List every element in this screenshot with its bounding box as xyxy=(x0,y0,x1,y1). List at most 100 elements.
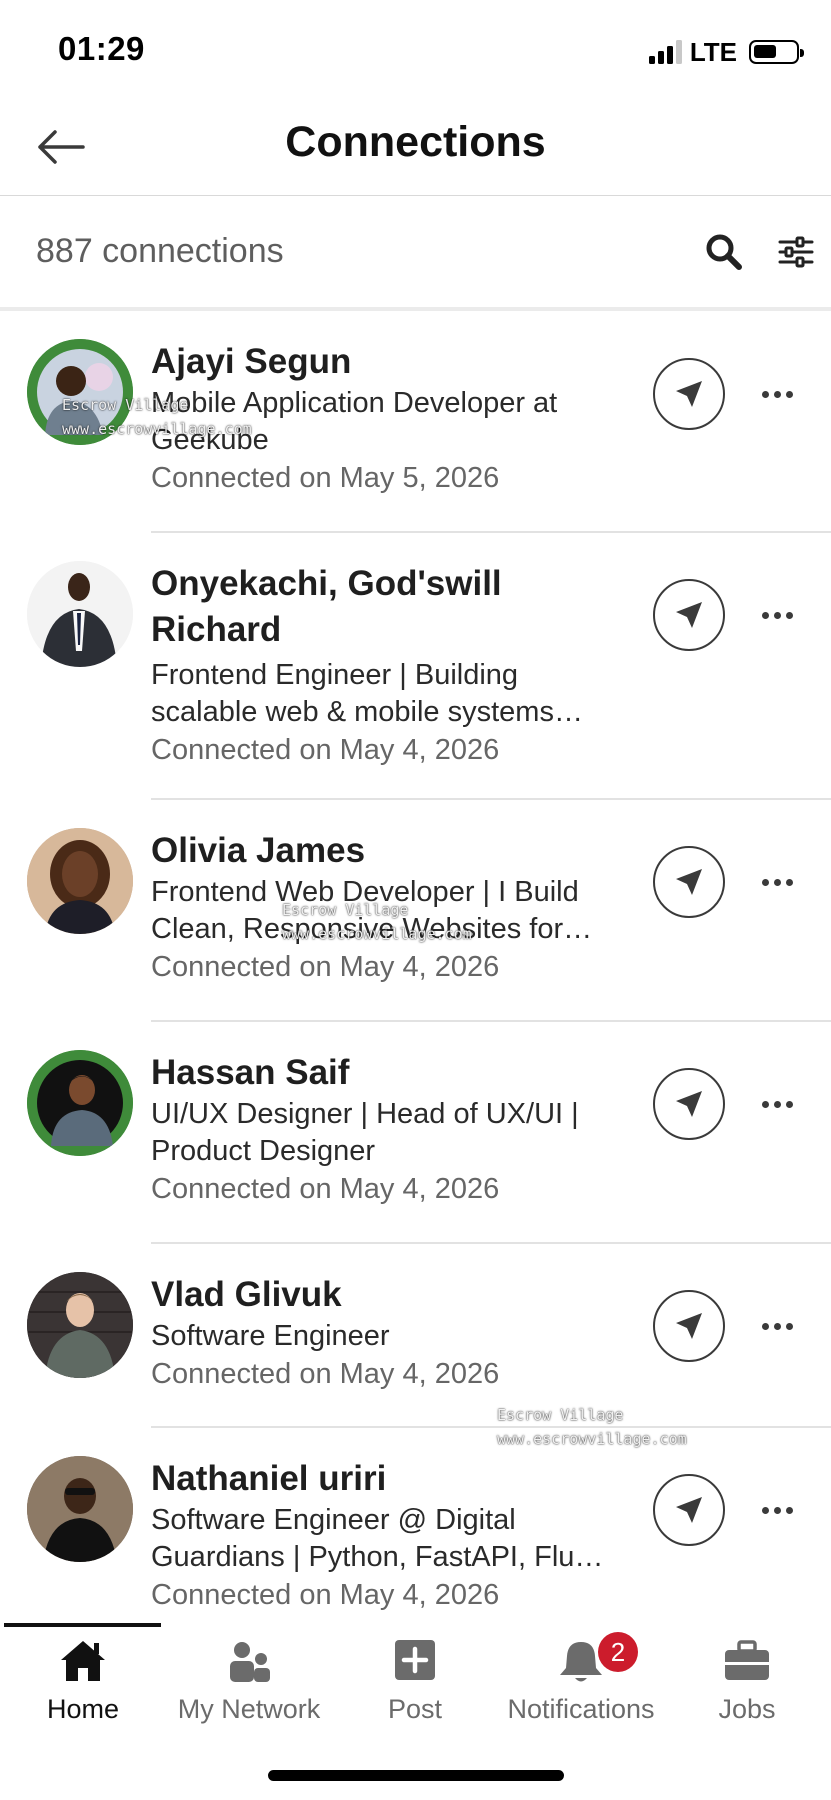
more-dot xyxy=(761,390,769,398)
send-message-button[interactable] xyxy=(653,358,725,430)
connection-date: Connected on May 4, 2026 xyxy=(151,734,500,766)
connection-info: Onyekachi, God'swill Richard Frontend En… xyxy=(151,561,631,769)
send-icon xyxy=(676,602,702,628)
status-indicators: LTE xyxy=(648,36,804,68)
connection-row[interactable]: Nathaniel uriri Software Engineer @ Digi… xyxy=(0,1428,831,1650)
more-dot xyxy=(785,878,793,886)
connection-date: Connected on May 4, 2026 xyxy=(151,1173,500,1205)
top-bar: Connections xyxy=(0,100,831,196)
send-icon xyxy=(676,1497,702,1523)
send-icon xyxy=(676,1091,702,1117)
nav-my-network[interactable]: My Network xyxy=(166,1632,332,1732)
more-dot xyxy=(773,1322,781,1330)
connection-date: Connected on May 4, 2026 xyxy=(151,951,500,983)
more-dot xyxy=(773,1506,781,1514)
search-icon xyxy=(706,234,742,270)
connection-date: Connected on May 5, 2026 xyxy=(151,462,500,494)
more-dot xyxy=(785,611,793,619)
connection-headline: Mobile Application Developer at Geekube xyxy=(151,387,558,456)
connection-headline: Frontend Engineer | Building scalable we… xyxy=(151,659,583,728)
connection-name[interactable]: Nathaniel uriri xyxy=(151,1456,631,1502)
avatar xyxy=(27,339,133,445)
connection-name[interactable]: Onyekachi, God'swill Richard xyxy=(151,561,631,653)
connections-list: Ajayi Segun Mobile Application Developer… xyxy=(0,311,831,1650)
nav-label: Home xyxy=(46,1694,120,1724)
more-options-button[interactable] xyxy=(752,862,802,902)
connection-headline: Software Engineer @ Digital Guardians | … xyxy=(151,1504,604,1573)
send-icon xyxy=(676,381,702,407)
more-options-button[interactable] xyxy=(752,1490,802,1530)
signal-icon xyxy=(648,40,682,64)
home-icon xyxy=(61,1641,105,1681)
filter-button[interactable] xyxy=(774,230,818,274)
send-message-button[interactable] xyxy=(653,1290,725,1362)
more-dot xyxy=(785,1506,793,1514)
nav-notifications[interactable]: Notifications xyxy=(498,1632,664,1732)
more-dot xyxy=(761,878,769,886)
connection-date: Connected on May 4, 2026 xyxy=(151,1358,500,1390)
notifications-badge: 2 xyxy=(598,1632,638,1672)
more-dot xyxy=(761,1100,769,1108)
more-dot xyxy=(761,1322,769,1330)
nav-label: My Network xyxy=(177,1694,321,1724)
more-options-button[interactable] xyxy=(752,1084,802,1124)
more-dot xyxy=(773,611,781,619)
connection-info: Ajayi Segun Mobile Application Developer… xyxy=(151,339,631,497)
more-dot xyxy=(773,390,781,398)
active-tab-indicator xyxy=(4,1623,161,1627)
status-bar: 01:29 LTE xyxy=(0,0,831,100)
connections-summary: 887 connections xyxy=(0,196,831,311)
post-icon xyxy=(395,1640,435,1680)
connection-row[interactable]: Olivia James Frontend Web Developer | I … xyxy=(0,800,831,1022)
avatar xyxy=(27,828,133,934)
connection-name[interactable]: Vlad Glivuk xyxy=(151,1272,631,1318)
more-dot xyxy=(761,1506,769,1514)
send-message-button[interactable] xyxy=(653,1068,725,1140)
nav-post[interactable]: Post xyxy=(332,1632,498,1732)
connection-date: Connected on May 4, 2026 xyxy=(151,1579,500,1611)
more-dot xyxy=(785,1100,793,1108)
more-options-button[interactable] xyxy=(752,374,802,414)
avatar xyxy=(27,1050,133,1156)
avatar xyxy=(27,561,133,667)
connection-row[interactable]: Hassan Saif UI/UX Designer | Head of UX/… xyxy=(0,1022,831,1244)
avatar xyxy=(27,1456,133,1562)
more-options-button[interactable] xyxy=(752,1306,802,1346)
nav-label: Notifications xyxy=(507,1694,655,1724)
connection-row[interactable]: Vlad Glivuk Software Engineer Connected … xyxy=(0,1244,831,1428)
avatar xyxy=(27,1272,133,1378)
status-time: 01:29 xyxy=(58,30,145,67)
connection-info: Olivia James Frontend Web Developer | I … xyxy=(151,828,631,986)
send-message-button[interactable] xyxy=(653,846,725,918)
connection-info: Hassan Saif UI/UX Designer | Head of UX/… xyxy=(151,1050,631,1208)
nav-jobs[interactable]: Jobs xyxy=(664,1632,830,1732)
send-message-button[interactable] xyxy=(653,1474,725,1546)
connection-name[interactable]: Ajayi Segun xyxy=(151,339,631,385)
connection-name[interactable]: Olivia James xyxy=(151,828,631,874)
send-icon xyxy=(676,869,702,895)
connection-info: Vlad Glivuk Software Engineer Connected … xyxy=(151,1272,631,1393)
send-message-button[interactable] xyxy=(653,579,725,651)
network-icon xyxy=(230,1642,270,1682)
more-dot xyxy=(785,390,793,398)
nav-label: Jobs xyxy=(718,1694,776,1724)
connection-row[interactable]: Ajayi Segun Mobile Application Developer… xyxy=(0,311,831,533)
more-options-button[interactable] xyxy=(752,595,802,635)
connection-headline: Software Engineer xyxy=(151,1320,390,1352)
connection-headline: UI/UX Designer | Head of UX/UI | Product… xyxy=(151,1098,579,1167)
connection-name[interactable]: Hassan Saif xyxy=(151,1050,631,1096)
home-indicator xyxy=(268,1770,564,1781)
connection-info: Nathaniel uriri Software Engineer @ Digi… xyxy=(151,1456,631,1614)
more-dot xyxy=(773,878,781,886)
nav-label: Post xyxy=(387,1694,443,1724)
send-icon xyxy=(676,1313,702,1339)
connection-headline: Frontend Web Developer | I Build Clean, … xyxy=(151,876,593,945)
nav-home[interactable]: Home xyxy=(0,1632,166,1732)
connection-row[interactable]: Onyekachi, God'swill Richard Frontend En… xyxy=(0,533,831,800)
sliders-icon xyxy=(778,236,814,268)
more-dot xyxy=(761,611,769,619)
network-type: LTE xyxy=(689,36,737,67)
search-button[interactable] xyxy=(702,230,746,274)
more-dot xyxy=(785,1322,793,1330)
connections-count: 887 connections xyxy=(36,232,284,270)
